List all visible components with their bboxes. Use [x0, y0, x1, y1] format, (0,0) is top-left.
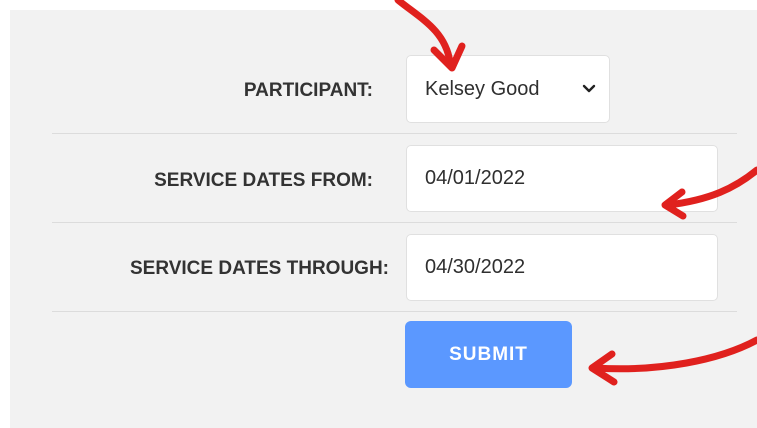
row-divider [52, 222, 737, 223]
service-dates-from-value: 04/01/2022 [425, 167, 526, 189]
participant-label: PARTICIPANT: [243, 80, 373, 101]
service-dates-from-label: SERVICE DATES FROM: [154, 170, 373, 191]
service-dates-through-value: 04/30/2022 [425, 256, 526, 278]
service-dates-through-input[interactable]: 04/30/2022 [406, 234, 718, 301]
row-divider [52, 133, 737, 134]
service-dates-through-label: SERVICE DATES THROUGH: [130, 258, 389, 279]
service-dates-from-input[interactable]: 04/01/2022 [406, 145, 718, 212]
chevron-down-icon [582, 84, 596, 93]
participant-selected-value: Kelsey Good [425, 77, 540, 100]
form-panel [10, 10, 757, 428]
participant-select[interactable]: Kelsey Good [406, 55, 610, 123]
row-divider [52, 311, 737, 312]
submit-button[interactable]: SUBMIT [405, 321, 572, 388]
